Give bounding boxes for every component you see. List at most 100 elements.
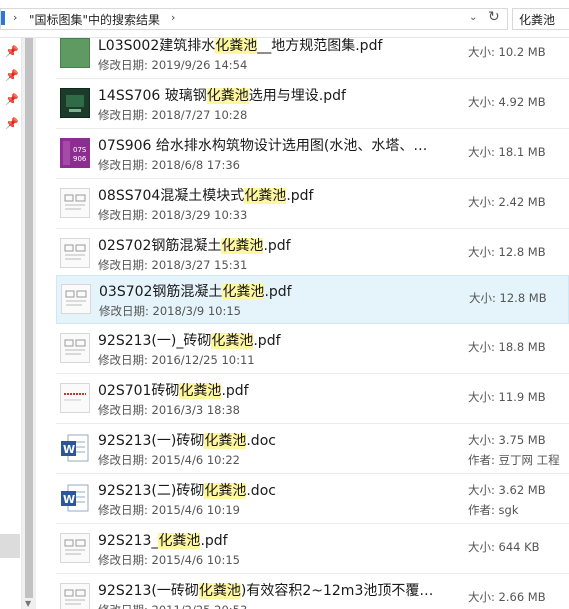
list-item[interactable]: 02S702钢筋混凝土化粪池.pdf 修改日期: 2018/3/27 15:31 大… (56, 230, 569, 279)
nav-item-selected[interactable] (0, 534, 20, 558)
file-name-text: )有效容积2~12m3池顶不覆… (240, 583, 434, 599)
list-item[interactable]: W 92S213(一)砖砌化粪池.doc 修改日期: 2015/4/6 10:22 大… (56, 425, 569, 474)
list-item[interactable]: W 92S213(二)砖砌化粪池.doc 修改日期: 2015/4/6 10:19 大… (56, 475, 569, 524)
file-size: 大小: 3.75 MB (468, 432, 546, 448)
size-value: 12.8 MB (498, 245, 546, 259)
list-item[interactable]: 02S701砖砌化粪池.pdf 修改日期: 2016/3/3 18:38 大小: 1… (56, 375, 569, 424)
size-value: 3.75 MB (498, 433, 546, 447)
size-label: 大小: (468, 195, 495, 209)
modified-value: 2015/4/6 10:19 (151, 503, 240, 517)
file-name: 08SS704混凝土模块式化粪池.pdf (98, 185, 450, 205)
search-highlight: 化粪池 (198, 583, 241, 599)
file-name-text: .pdf (253, 333, 281, 349)
modified-label: 修改日期: (98, 503, 148, 517)
pdf-file-icon (60, 88, 90, 118)
pdf-file-icon: 07S 906 (60, 138, 90, 168)
scroll-down-icon[interactable]: ▼ (25, 599, 31, 608)
modified-date: 修改日期: 2018/3/9 10:15 (99, 303, 241, 319)
modified-value: 2016/3/3 18:38 (151, 403, 240, 417)
list-item[interactable]: 92S213(一砖砌化粪池)有效容积2~12m3池顶不覆… 修改日期: 2011/… (56, 575, 569, 609)
modified-value: 2015/4/6 10:15 (151, 553, 240, 567)
pin-icon[interactable]: 📌 (5, 94, 19, 106)
address-path-box[interactable]: › "国标图集"中的搜索结果 › ⌄ ↻ (0, 8, 508, 30)
file-name: 14SS706 玻璃钢化粪池选用与埋设.pdf (98, 85, 450, 105)
file-name-text: 14SS706 玻璃钢 (98, 88, 207, 104)
file-name: 92S213(二)砖砌化粪池.doc (98, 480, 450, 500)
refresh-icon[interactable]: ↻ (488, 9, 500, 25)
file-size: 大小: 3.62 MB (468, 482, 546, 498)
file-name-text: .doc (246, 433, 276, 449)
size-value: 18.8 MB (498, 340, 546, 354)
search-highlight: 化粪池 (204, 433, 247, 449)
modified-label: 修改日期: (98, 453, 148, 467)
search-input-value[interactable]: 化粪池 (519, 11, 555, 28)
file-name-text: 92S213(一砖砌 (98, 583, 199, 599)
file-name-text: 02S701砖砌 (98, 383, 180, 399)
author-label: 作者: (468, 503, 495, 517)
list-item[interactable]: L03S002建筑排水化粪池__地方规范图集.pdf 修改日期: 2019/9/2… (56, 38, 569, 79)
modified-date: 修改日期: 2011/2/25 20:53 (98, 602, 247, 609)
modified-value: 2018/3/27 15:31 (151, 258, 248, 272)
modified-value: 2019/9/26 14:54 (151, 58, 248, 72)
chevron-down-icon[interactable]: ⌄ (469, 12, 477, 23)
author-label: 作者: (468, 453, 495, 467)
file-size: 大小: 4.92 MB (468, 94, 546, 110)
pdf-file-icon (60, 238, 90, 268)
file-name-text: .pdf (200, 533, 228, 549)
search-highlight: 化粪池 (222, 284, 265, 300)
list-item[interactable]: 07S 906 07S906 给水排水构筑物设计选用图(水池、水塔、… 修改日期: 2… (56, 130, 569, 179)
search-input[interactable]: 化粪池 (512, 8, 569, 30)
file-name: 07S906 给水排水构筑物设计选用图(水池、水塔、… (98, 135, 450, 155)
list-item[interactable]: 08SS704混凝土模块式化粪池.pdf 修改日期: 2018/3/29 10:3… (56, 180, 569, 229)
modified-value: 2018/3/9 10:15 (152, 304, 241, 318)
word-doc-icon: W (60, 483, 90, 513)
modified-date: 修改日期: 2018/3/27 15:31 (98, 257, 247, 273)
size-label: 大小: (468, 433, 495, 447)
file-size: 大小: 2.66 MB (468, 589, 546, 605)
pdf-file-icon (60, 383, 90, 413)
file-name: L03S002建筑排水化粪池__地方规范图集.pdf (98, 38, 450, 55)
file-name-text: .pdf (263, 238, 291, 254)
list-item[interactable]: 92S213_化粪池.pdf 修改日期: 2015/4/6 10:15 大小: 64… (56, 525, 569, 574)
breadcrumb[interactable]: "国标图集"中的搜索结果 (29, 11, 160, 28)
author-value: 豆丁网 工程 (498, 453, 560, 467)
file-name-text: __地方规范图集.pdf (257, 38, 383, 54)
list-item[interactable]: 92S213(一)_砖砌化粪池.pdf 修改日期: 2016/12/25 10:1… (56, 325, 569, 374)
search-highlight: 化粪池 (244, 188, 287, 204)
list-item[interactable]: 14SS706 玻璃钢化粪池选用与埋设.pdf 修改日期: 2018/7/27 1… (56, 80, 569, 129)
pin-icon[interactable]: 📌 (5, 118, 19, 130)
search-highlight: 化粪池 (215, 38, 258, 54)
modified-value: 2018/3/29 10:33 (151, 208, 248, 222)
breadcrumb-separator[interactable]: › (171, 11, 175, 24)
file-name: 92S213(一)砖砌化粪池.doc (98, 430, 450, 450)
file-name: 02S701砖砌化粪池.pdf (98, 380, 450, 400)
navigation-pane: 📌 📌 📌 📌 (0, 38, 22, 609)
file-size: 大小: 18.1 MB (468, 144, 546, 160)
file-name-text: 03S702钢筋混凝土 (99, 284, 223, 300)
modified-value: 2018/6/8 17:36 (151, 158, 240, 172)
file-name-text: L03S002建筑排水 (98, 38, 216, 54)
file-name-text: 02S702钢筋混凝土 (98, 238, 222, 254)
pin-icon[interactable]: 📌 (5, 70, 19, 82)
list-item[interactable]: 03S702钢筋混凝土化粪池.pdf 修改日期: 2018/3/9 10:15 大小… (56, 275, 569, 324)
pdf-file-icon (61, 284, 91, 314)
pdf-file-icon (60, 188, 90, 218)
size-value: 644 KB (498, 540, 540, 554)
pin-icon[interactable]: 📌 (5, 46, 19, 58)
size-value: 18.1 MB (498, 145, 546, 159)
scrollbar-thumb[interactable] (25, 38, 33, 598)
pdf-file-icon (60, 38, 90, 68)
breadcrumb-separator[interactable]: › (13, 11, 17, 24)
modified-label: 修改日期: (98, 108, 148, 122)
size-value: 11.9 MB (498, 390, 546, 404)
search-highlight: 化粪池 (211, 333, 254, 349)
file-size: 大小: 11.9 MB (468, 389, 546, 405)
size-label: 大小: (468, 590, 495, 604)
file-size: 大小: 12.8 MB (469, 290, 547, 306)
author-value: sgk (498, 503, 519, 517)
file-size: 大小: 18.8 MB (468, 339, 546, 355)
nav-scrollbar[interactable]: ▼ (22, 38, 36, 609)
size-value: 12.8 MB (499, 291, 547, 305)
svg-text:07S: 07S (73, 146, 87, 154)
address-bar: › "国标图集"中的搜索结果 › ⌄ ↻ 化粪池 (0, 0, 569, 38)
